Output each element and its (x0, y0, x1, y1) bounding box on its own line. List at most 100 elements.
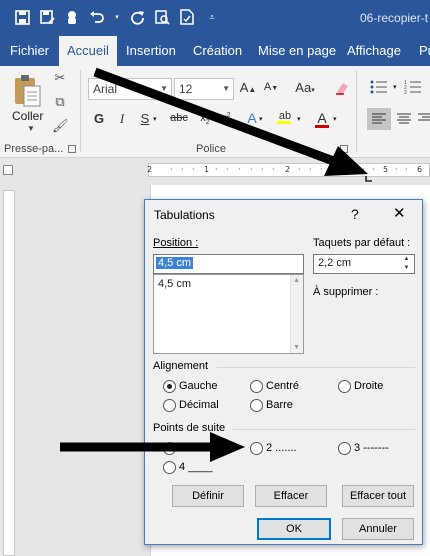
align-bar-radio[interactable] (250, 399, 263, 412)
paste-button-label[interactable]: Coller (12, 109, 43, 123)
ok-button[interactable]: OK (257, 518, 331, 540)
align-left-label[interactable]: Gauche (179, 380, 218, 392)
align-right-icon[interactable] (416, 108, 430, 133)
format-painter-icon[interactable]: 🖌 (52, 118, 69, 134)
save-icon[interactable] (14, 8, 30, 26)
align-left-radio[interactable] (163, 380, 176, 393)
cancel-button[interactable]: Annuler (342, 518, 414, 540)
help-button[interactable]: ? (351, 206, 359, 222)
document-check-icon[interactable] (179, 8, 195, 26)
tabs-dialog: Tabulations ? ✕ Position : 4,5 cm 4,5 cm… (144, 199, 423, 545)
list-item[interactable]: 4,5 cm (158, 278, 191, 290)
to-remove-label: À supprimer : (313, 286, 379, 298)
numbering-icon[interactable]: 123 (404, 79, 422, 98)
superscript-icon[interactable]: x2 (217, 112, 235, 125)
position-input-value: 4,5 cm (156, 257, 194, 269)
tab-creation[interactable]: Création (185, 36, 250, 66)
clear-button[interactable]: Effacer (255, 485, 327, 507)
align-right-label[interactable]: Droite (354, 380, 383, 392)
tab-accueil[interactable]: Accueil (59, 36, 117, 66)
font-color-dropdown-icon[interactable]: ▾ (333, 115, 337, 123)
redo-icon[interactable] (129, 8, 145, 26)
default-tabs-spinner[interactable]: 2,2 cm ▲ ▼ (313, 254, 415, 274)
bold-icon[interactable]: G (90, 111, 108, 126)
cut-icon[interactable]: ✂ (52, 70, 68, 86)
set-button[interactable]: Définir (172, 485, 244, 507)
position-input[interactable]: 4,5 cm (153, 254, 304, 274)
tab-fichier[interactable]: Fichier (2, 36, 57, 66)
dialog-title: Tabulations (154, 208, 215, 222)
bullets-icon[interactable] (370, 79, 388, 98)
strikethrough-icon[interactable]: abc (168, 112, 190, 124)
font-launcher-icon[interactable]: ⌟ (340, 145, 348, 153)
align-center-label[interactable]: Centré (266, 380, 299, 392)
paste-dropdown-icon[interactable]: ▼ (27, 124, 35, 133)
leader-1-radio[interactable] (163, 442, 176, 455)
horizontal-ruler[interactable] (0, 159, 430, 179)
clear-formatting-icon[interactable] (334, 80, 350, 99)
align-decimal-label[interactable]: Décimal (179, 399, 219, 411)
subscript-icon[interactable]: x2 (196, 112, 214, 126)
tab-affichage[interactable]: Affichage (339, 36, 409, 66)
undo-dropdown-icon[interactable]: ▾ (114, 8, 120, 26)
highlight-icon[interactable]: ab (276, 110, 294, 124)
spin-down-icon[interactable]: ▼ (400, 264, 413, 273)
align-right-radio[interactable] (338, 380, 351, 393)
group-separator (217, 367, 415, 368)
position-list[interactable]: 4,5 cm ▲ ▼ (153, 274, 304, 354)
tab-publipostage[interactable]: Pu (411, 36, 430, 66)
title-bar: ▾ ⩡ 06-recopier-t (0, 0, 430, 36)
leader-4-label[interactable]: 4 ____ (179, 461, 213, 473)
align-center-radio[interactable] (250, 380, 263, 393)
leader-2-label[interactable]: 2 ....... (266, 442, 297, 454)
font-color-icon[interactable]: A (313, 110, 331, 128)
leader-2-radio[interactable] (250, 442, 263, 455)
align-center-icon[interactable] (394, 108, 414, 133)
grow-font-icon[interactable]: A▲ (239, 80, 257, 95)
font-name-combo[interactable]: Arial ▼ (88, 78, 172, 100)
font-name-value: Arial (93, 82, 118, 96)
leader-3-radio[interactable] (338, 442, 351, 455)
align-bar-label[interactable]: Barre (266, 399, 293, 411)
clear-all-button[interactable]: Effacer tout (342, 485, 414, 507)
leader-1-label[interactable]: 1 Aucun (179, 442, 219, 454)
font-size-value: 12 (179, 82, 193, 96)
spin-up-icon[interactable]: ▲ (400, 255, 413, 264)
bullets-dropdown-icon[interactable]: ▾ (393, 83, 397, 91)
leader-4-radio[interactable] (163, 461, 176, 474)
copy-icon[interactable]: ⧉ (52, 94, 68, 110)
text-effects-dropdown-icon[interactable]: ▾ (259, 115, 263, 123)
list-scrollbar[interactable]: ▲ ▼ (290, 275, 303, 353)
ruler-strip (148, 163, 430, 177)
italic-icon[interactable]: I (113, 111, 131, 127)
save-as-icon[interactable] (39, 8, 55, 26)
undo-icon[interactable] (89, 8, 105, 26)
ribbon: Coller ▼ ✂ ⧉ 🖌 Presse-pa... ⌟ Arial ▼ 12… (0, 66, 430, 158)
scroll-down-icon[interactable]: ▼ (293, 344, 300, 351)
tab-mise-en-page[interactable]: Mise en page (250, 36, 344, 66)
underline-dropdown-icon[interactable]: ▾ (153, 115, 157, 123)
align-decimal-radio[interactable] (163, 399, 176, 412)
underline-icon[interactable]: S (136, 111, 154, 126)
highlight-dropdown-icon[interactable]: ▾ (297, 115, 301, 123)
chevron-down-icon: ▼ (160, 84, 168, 93)
change-case-icon[interactable]: Aa▾ (292, 80, 318, 95)
customize-qat-icon[interactable]: ⩡ (204, 8, 220, 26)
close-button[interactable]: ✕ (393, 204, 406, 222)
touch-mode-icon[interactable] (64, 8, 80, 26)
paste-icon[interactable] (12, 74, 42, 110)
clipboard-tools: ✂ ⧉ 🖌 (52, 70, 69, 134)
shrink-font-icon[interactable]: A▼ (262, 81, 280, 93)
vertical-ruler[interactable] (3, 190, 15, 556)
font-size-combo[interactable]: 12 ▼ (174, 78, 234, 100)
leader-3-label[interactable]: 3 ------- (354, 442, 389, 454)
clipboard-group-label: Presse-pa... (4, 143, 64, 155)
print-preview-icon[interactable] (154, 8, 170, 26)
clipboard-launcher-icon[interactable]: ⌟ (68, 145, 76, 153)
default-tabs-label: Taquets par défaut : (313, 237, 411, 249)
scroll-up-icon[interactable]: ▲ (293, 277, 300, 284)
tab-selector-icon[interactable]: ⌞ (3, 165, 13, 175)
align-left-icon[interactable] (367, 108, 391, 130)
position-label: Position : (153, 237, 199, 249)
tab-insertion[interactable]: Insertion (118, 36, 184, 66)
